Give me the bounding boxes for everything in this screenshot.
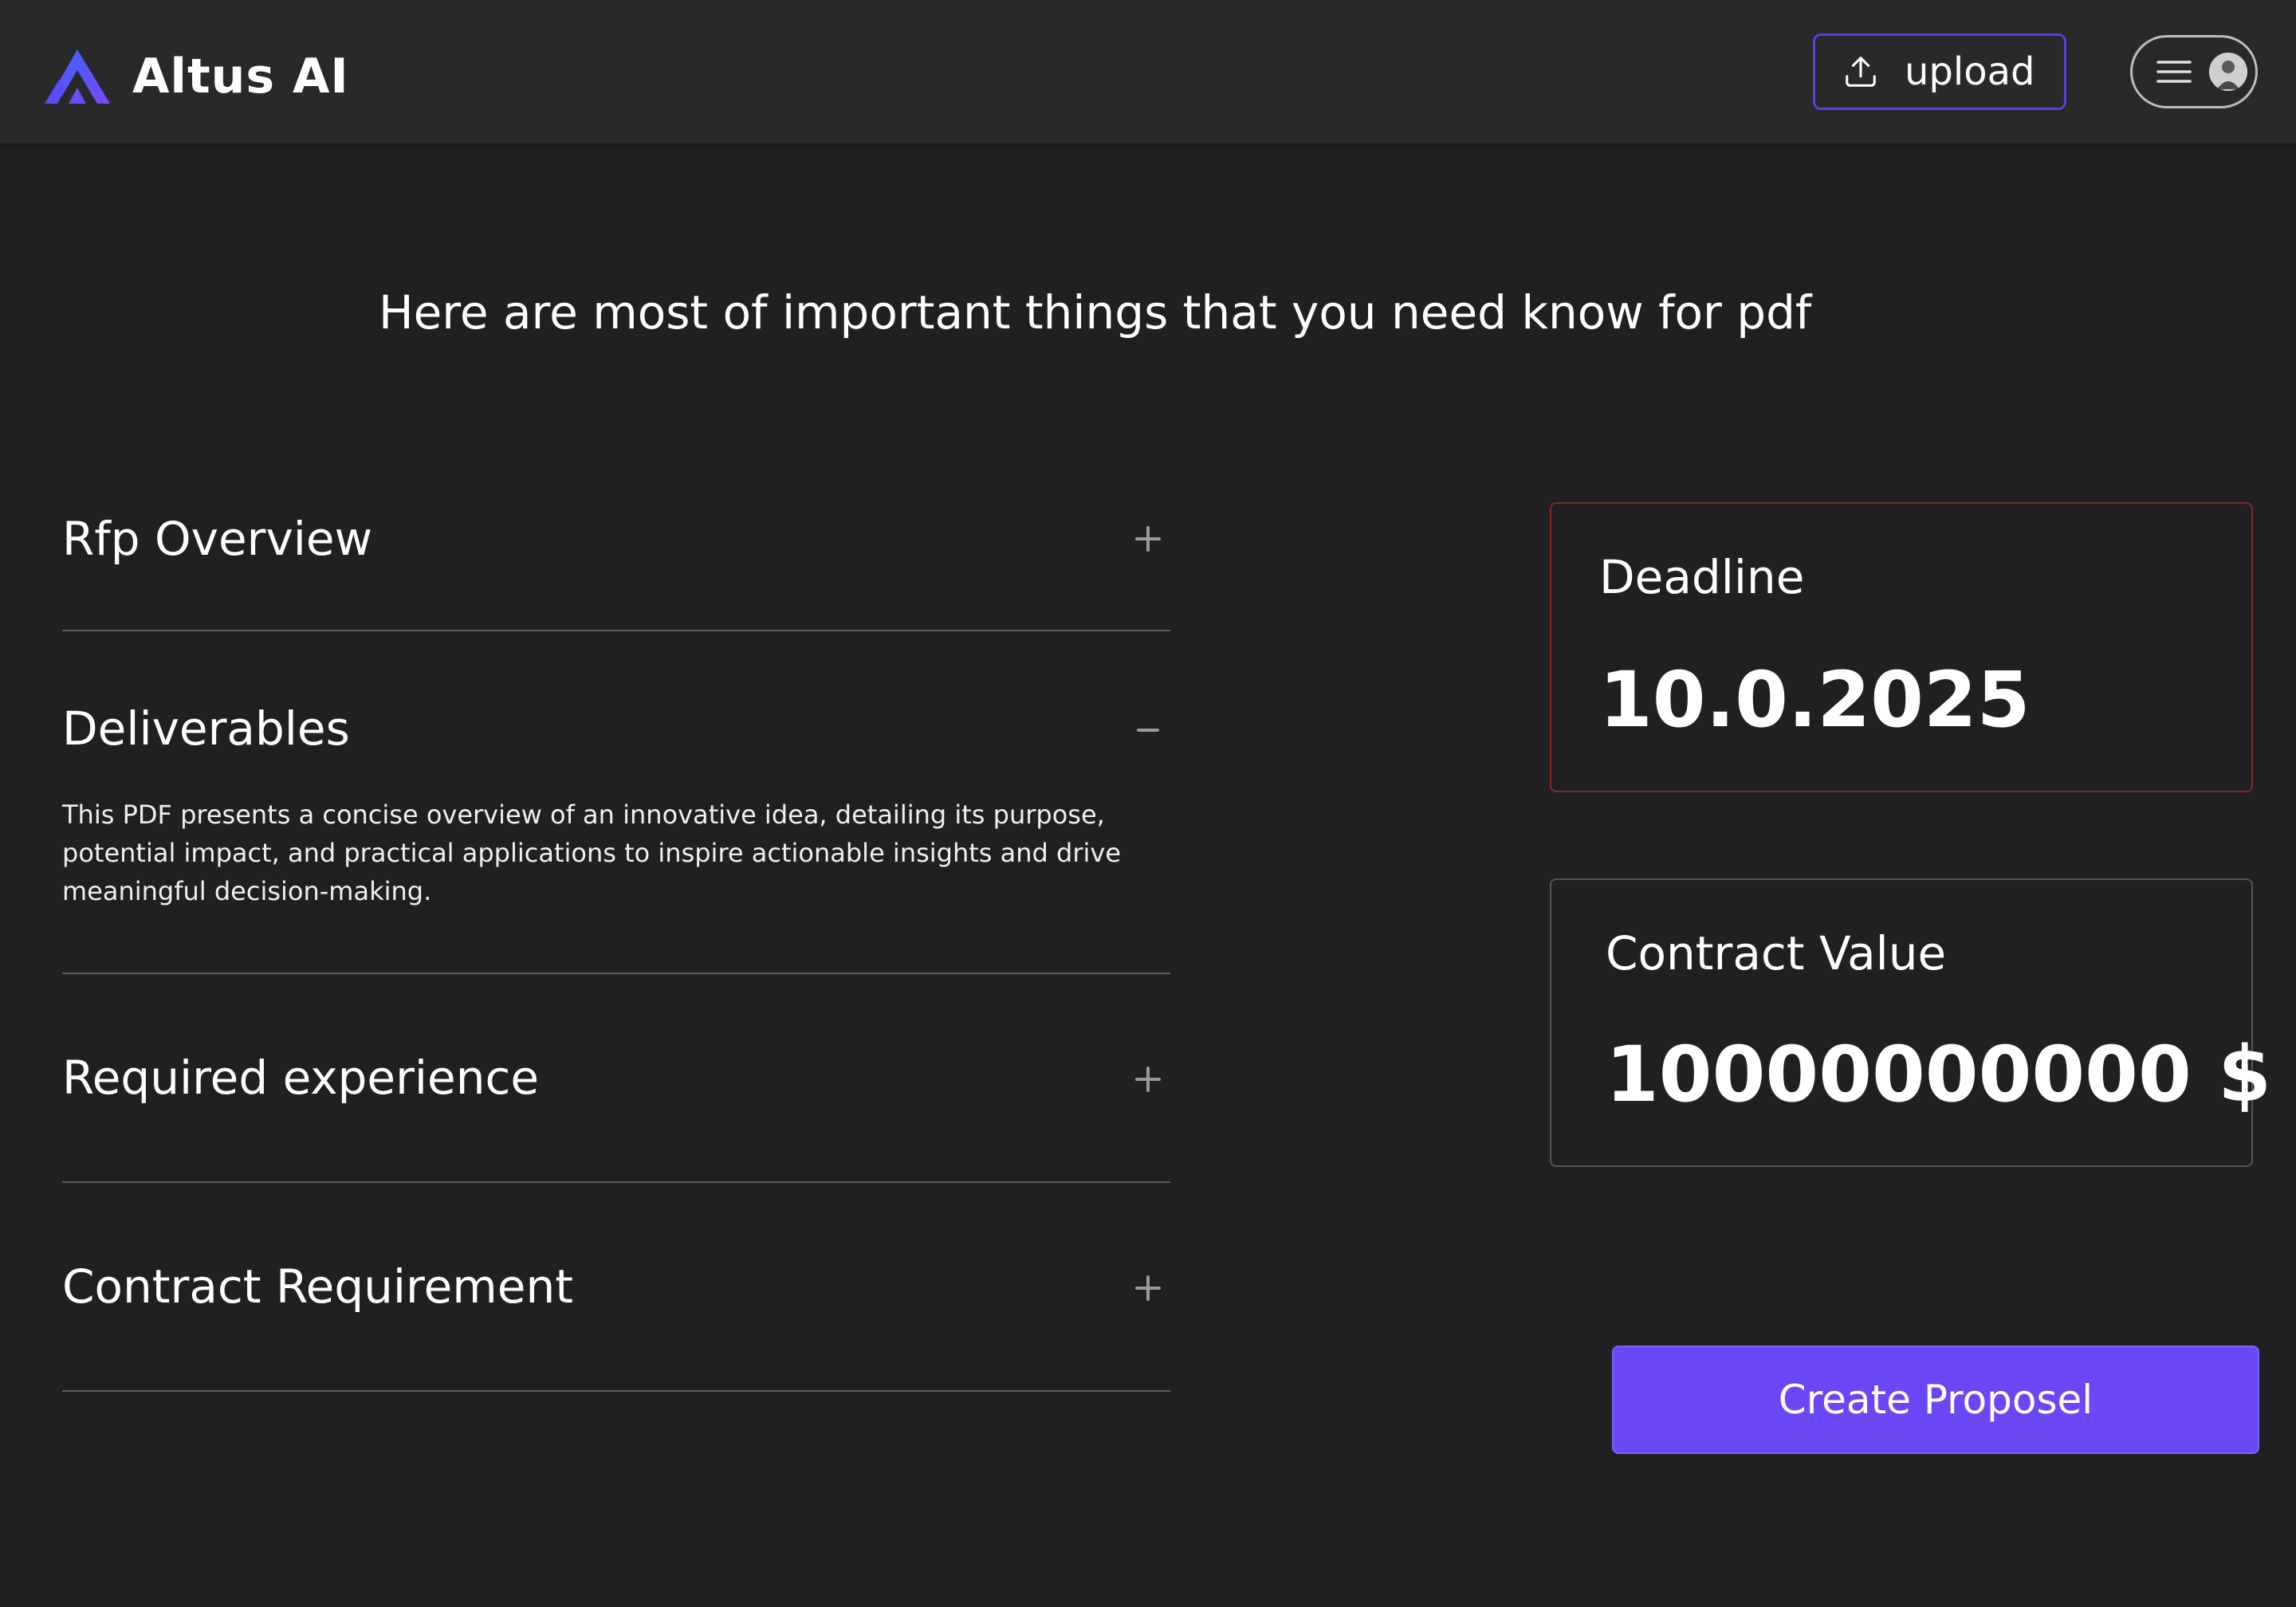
summary-accordion: Rfp Overview Deliverables This PDF prese… (62, 454, 1170, 1392)
hamburger-icon (2156, 61, 2192, 83)
upload-icon (1846, 57, 1876, 87)
altus-logo-icon[interactable] (45, 49, 110, 104)
contract-value-card: Contract Value 10000000000 $ (1550, 878, 2271, 1167)
accordion-title[interactable]: Contract Requirement (62, 1258, 573, 1315)
accordion-title[interactable]: Required experience (62, 1049, 539, 1106)
accordion-body-text: This PDF presents a concise overview of … (62, 800, 1121, 906)
create-proposal-button[interactable]: Create Proposel (1612, 1346, 2259, 1454)
user-avatar-icon (2209, 53, 2247, 91)
expand-plus-icon[interactable] (1132, 1063, 1164, 1095)
accordion-item-required-experience[interactable]: Required experience (62, 974, 1170, 1183)
avatar (2209, 53, 2247, 91)
deadline-value: 10.0.2025 (1599, 655, 2031, 745)
accordion-item-rfp-overview[interactable]: Rfp Overview (62, 454, 1170, 631)
accordion-title[interactable]: Deliverables (62, 700, 350, 757)
expand-plus-icon[interactable] (1132, 1272, 1164, 1304)
expand-plus-icon[interactable] (1132, 523, 1164, 555)
account-menu-button[interactable] (2130, 35, 2258, 108)
top-navbar: Altus AI upload (0, 0, 2296, 143)
accordion-item-deliverables[interactable]: Deliverables This PDF presents a concise… (62, 631, 1170, 974)
accordion-title[interactable]: Rfp Overview (62, 510, 372, 568)
brand-name: Altus AI (132, 49, 349, 104)
upload-button[interactable]: upload (1813, 33, 2066, 110)
contract-value-amount: 10000000000 $ (1606, 1030, 2271, 1119)
deadline-label: Deadline (1599, 550, 1805, 604)
deadline-card: Deadline 10.0.2025 (1550, 502, 2253, 792)
page-headline: Here are most of important things that y… (379, 285, 1812, 340)
contract-value-label: Contract Value (1606, 926, 1947, 980)
collapse-minus-icon[interactable] (1132, 714, 1164, 746)
upload-label: upload (1905, 49, 2035, 94)
accordion-item-contract-requirement[interactable]: Contract Requirement (62, 1183, 1170, 1392)
